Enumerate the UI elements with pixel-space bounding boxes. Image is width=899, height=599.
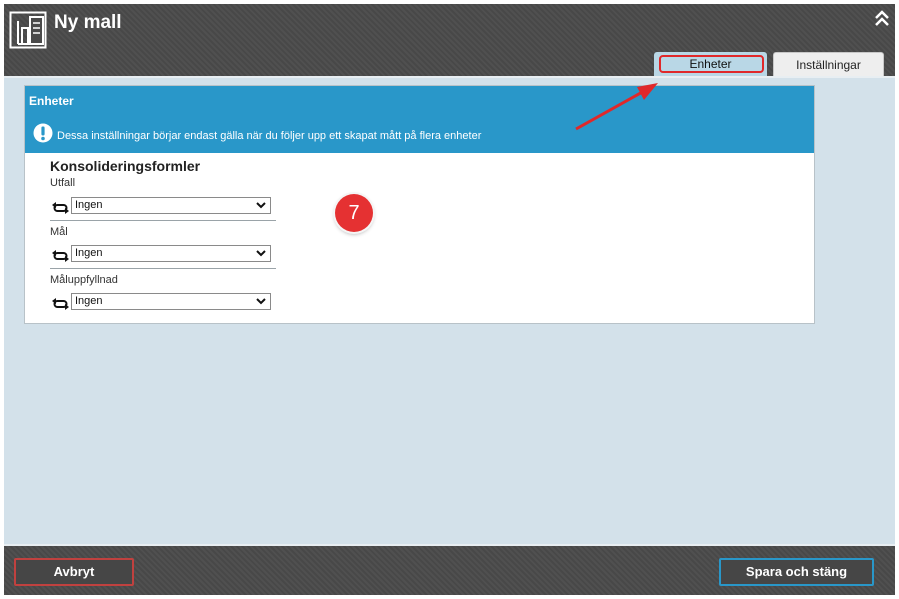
dialog-title: Ny mall <box>54 12 122 33</box>
pointer-arrow-icon <box>575 83 658 131</box>
info-message: Dessa inställningar börjar endast gälla … <box>57 130 482 142</box>
field-label-mal: Mål <box>50 226 68 238</box>
link-arrows-icon <box>52 202 69 214</box>
field-label-maluppfyllnad: Måluppfyllnad <box>50 274 118 286</box>
chevron-down-icon <box>256 250 266 257</box>
exclamation-circle-icon <box>33 123 53 143</box>
chevron-down-icon <box>256 202 266 209</box>
units-panel: Enheter Dessa inställningar börjar endas… <box>24 85 815 324</box>
utfall-select-value: Ingen <box>75 199 103 211</box>
utfall-select[interactable]: Ingen <box>71 197 271 214</box>
panel-header: Enheter Dessa inställningar börjar endas… <box>25 86 814 153</box>
field-label-utfall: Utfall <box>50 177 76 189</box>
tab-enheter[interactable]: Enheter <box>654 52 767 77</box>
step-badge: 7 <box>335 194 373 232</box>
chevron-down-icon <box>256 298 266 305</box>
dialog-footer: Avbryt Spara och stäng <box>4 546 895 595</box>
panel-title: Enheter <box>29 94 74 108</box>
double-chevron-up-icon[interactable] <box>873 9 891 27</box>
template-icon <box>9 11 47 49</box>
field-divider <box>50 268 276 269</box>
field-divider <box>50 220 276 221</box>
section-title: Konsolideringsformler <box>50 158 201 174</box>
link-arrows-icon <box>52 298 69 310</box>
maluppfyllnad-select[interactable]: Ingen <box>71 293 271 310</box>
dialog-window: Ny mall Enheter Inställningar Enheter De… <box>4 4 895 595</box>
tab-installningar[interactable]: Inställningar <box>773 52 884 77</box>
maluppfyllnad-select-value: Ingen <box>75 295 103 307</box>
mal-select[interactable]: Ingen <box>71 245 271 262</box>
cancel-button[interactable]: Avbryt <box>14 558 134 586</box>
dialog-header: Ny mall Enheter Inställningar <box>4 4 895 77</box>
link-arrows-icon <box>52 250 69 262</box>
mal-select-value: Ingen <box>75 247 103 259</box>
header-divider <box>4 76 895 78</box>
save-and-close-button[interactable]: Spara och stäng <box>719 558 874 586</box>
